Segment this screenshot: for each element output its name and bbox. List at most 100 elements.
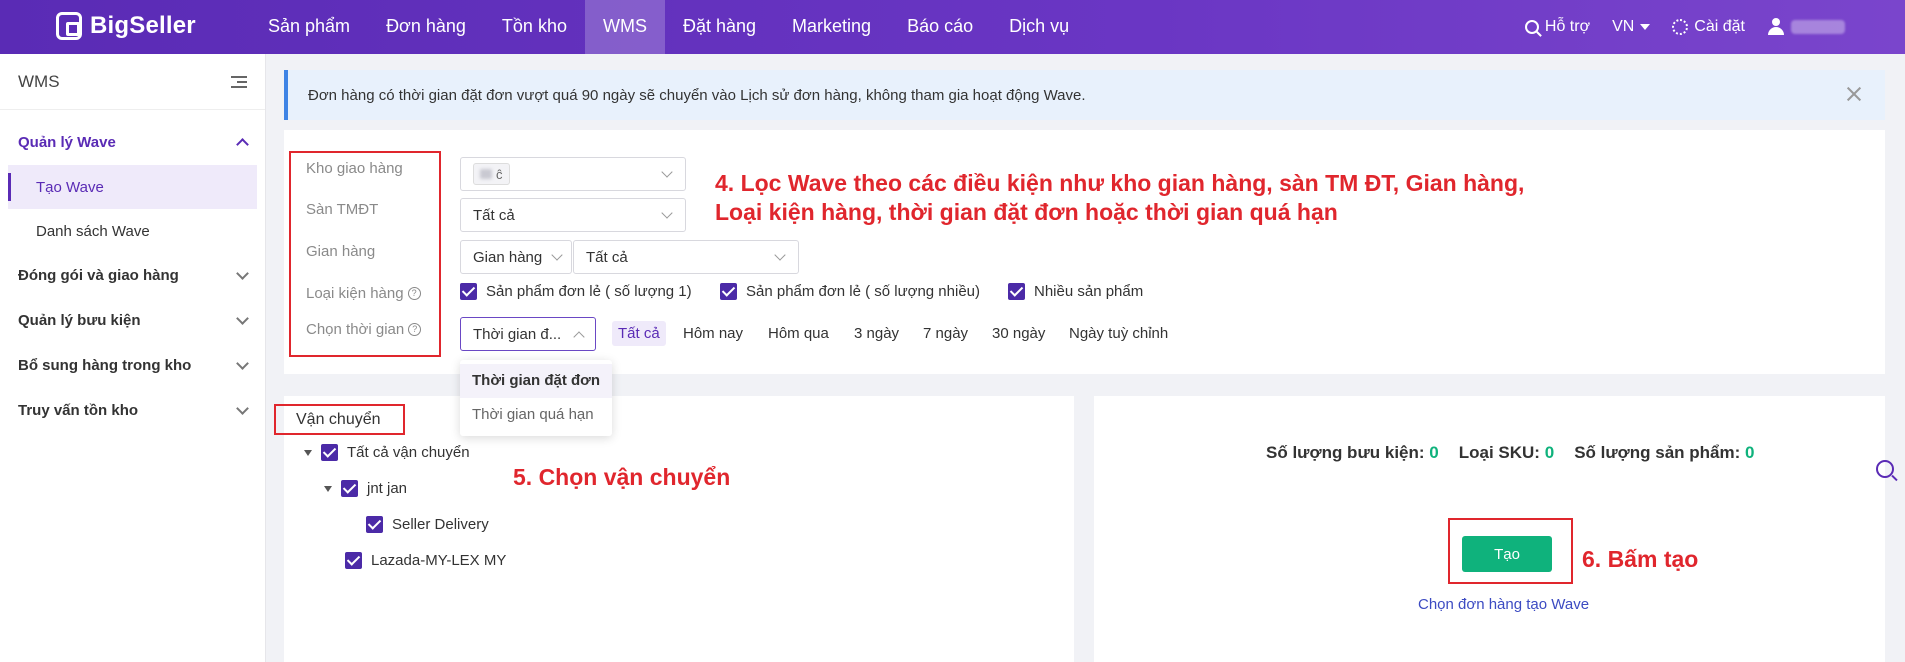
time-option-today[interactable]: Hôm nay	[683, 325, 743, 342]
chevron-down-icon	[551, 249, 563, 261]
search-icon	[1524, 20, 1539, 34]
nav-item-marketing[interactable]: Marketing	[774, 0, 889, 54]
time-option-custom[interactable]: Ngày tuỳ chỉnh	[1069, 325, 1168, 342]
chevron-down-icon	[661, 166, 673, 178]
warehouse-select[interactable]: ĉ	[460, 157, 686, 191]
checkbox-checked[interactable]	[341, 480, 358, 497]
sidebar-group-parcels[interactable]: Quản lý bưu kiện	[0, 298, 265, 343]
help-icon[interactable]: ?	[407, 287, 421, 300]
user-menu[interactable]	[1767, 18, 1845, 36]
time-label: Chọn thời gian?	[306, 321, 422, 338]
user-icon	[1767, 18, 1785, 36]
package-type-multi[interactable]: Nhiều sản phẩm	[1008, 283, 1143, 300]
store-value: Tất cả	[586, 248, 628, 266]
sidebar-group-wave[interactable]: Quản lý Wave	[0, 120, 265, 165]
time-type-dropdown: Thời gian đặt đơn Thời gian quá hạn	[460, 360, 612, 436]
gear-icon	[1672, 19, 1689, 35]
tree-row-carrier[interactable]: jnt jan	[324, 480, 407, 497]
language-label: VN	[1612, 18, 1635, 35]
brand-name: BigSeller	[90, 12, 196, 39]
sidebar-group-replenish[interactable]: Bổ sung hàng trong kho	[0, 343, 265, 388]
settings-link[interactable]: Cài đặt	[1672, 18, 1745, 36]
dropdown-option-order-time[interactable]: Thời gian đặt đơn	[460, 364, 612, 398]
choose-orders-link[interactable]: Chọn đơn hàng tạo Wave	[1418, 596, 1589, 613]
stat-sku: Loại SKU: 0	[1458, 443, 1555, 462]
nav-item-wms[interactable]: WMS	[584, 0, 665, 54]
tree-row-shipping-method[interactable]: Seller Delivery	[366, 516, 489, 533]
time-type-value: Thời gian đ...	[473, 325, 562, 343]
store-select[interactable]: Tất cả	[573, 240, 799, 274]
checkbox-checked[interactable]	[1008, 283, 1025, 300]
time-option-30days[interactable]: 30 ngày	[992, 325, 1045, 342]
sidebar-group-label: Quản lý bưu kiện	[18, 312, 141, 329]
bigseller-logo-icon	[56, 12, 82, 40]
store-label: Gian hàng	[306, 243, 376, 260]
nav-item-services[interactable]: Dịch vụ	[991, 0, 1087, 54]
annotation-step4-line1: 4. Lọc Wave theo các điều kiện như kho g…	[715, 170, 1525, 196]
stat-parcels: Số lượng bưu kiện: 0	[1266, 443, 1439, 462]
sidebar-header: WMS	[0, 54, 265, 110]
sidebar-group-packing[interactable]: Đóng gói và giao hàng	[0, 253, 265, 298]
expand-triangle-icon[interactable]	[324, 485, 332, 492]
shipping-title: Vận chuyển	[274, 404, 405, 435]
nav-item-purchase[interactable]: Đặt hàng	[665, 0, 774, 54]
support-label: Hỗ trợ	[1544, 18, 1591, 35]
checkbox-checked[interactable]	[460, 283, 477, 300]
checkbox-checked[interactable]	[366, 516, 383, 533]
checkbox-checked[interactable]	[720, 283, 737, 300]
main-nav: Sản phẩm Đơn hàng Tồn kho WMS Đặt hàng M…	[250, 0, 1087, 54]
settings-label: Cài đặt	[1694, 18, 1745, 35]
annotation-step5: 5. Chọn vận chuyển	[513, 464, 731, 490]
chevron-down-icon	[1640, 24, 1651, 30]
chevron-down-icon	[236, 266, 249, 280]
sidebar-item-create-wave[interactable]: Tạo Wave	[8, 165, 257, 209]
tree-row-carrier[interactable]: Lazada-MY-LEX MY	[345, 552, 506, 569]
sidebar-item-wave-list[interactable]: Danh sách Wave	[8, 209, 257, 253]
nav-item-orders[interactable]: Đơn hàng	[368, 0, 484, 54]
chevron-down-icon	[774, 249, 786, 261]
sidebar-group-label: Truy vấn tồn kho	[18, 402, 139, 419]
wave-stats: Số lượng bưu kiện: 0 Loại SKU: 0 Số lượn…	[1266, 443, 1754, 463]
info-alert: Đơn hàng có thời gian đặt đơn vượt quá 9…	[284, 70, 1885, 120]
chevron-down-icon	[236, 401, 249, 415]
tree-row-all-shipping[interactable]: Tất cả vận chuyển	[304, 444, 470, 461]
chevron-down-icon	[661, 207, 673, 219]
time-type-select[interactable]: Thời gian đ...	[460, 317, 596, 351]
time-option-yesterday[interactable]: Hôm qua	[768, 325, 829, 342]
sidebar-group-stock-query[interactable]: Truy vấn tồn kho	[0, 388, 265, 433]
nav-item-reports[interactable]: Báo cáo	[889, 0, 991, 54]
package-type-single-one[interactable]: Sản phẩm đơn lẻ ( số lượng 1)	[460, 283, 692, 300]
language-selector[interactable]: VN	[1612, 18, 1651, 36]
support-link[interactable]: Hỗ trợ	[1524, 18, 1591, 36]
brand-logo[interactable]: BigSeller	[56, 12, 196, 40]
expand-triangle-icon[interactable]	[304, 449, 312, 456]
chevron-up-icon	[236, 138, 249, 151]
time-option-3days[interactable]: 3 ngày	[854, 325, 899, 342]
store-type-value: Gian hàng	[473, 248, 543, 266]
chevron-down-icon	[236, 356, 249, 370]
time-option-7days[interactable]: 7 ngày	[923, 325, 968, 342]
package-type-single-many[interactable]: Sản phẩm đơn lẻ ( số lượng nhiều)	[720, 283, 980, 300]
top-navbar: BigSeller Sản phẩm Đơn hàng Tồn kho WMS …	[0, 0, 1905, 54]
marketplace-label: Sàn TMĐT	[306, 201, 379, 218]
close-icon[interactable]	[1845, 85, 1863, 103]
sidebar-group-label: Bổ sung hàng trong kho	[18, 357, 192, 374]
time-option-all[interactable]: Tất cả	[612, 321, 666, 346]
store-type-select[interactable]: Gian hàng	[460, 240, 572, 274]
nav-item-inventory[interactable]: Tồn kho	[484, 0, 585, 54]
marketplace-select[interactable]: Tất cả	[460, 198, 686, 232]
search-icon[interactable]	[1876, 460, 1894, 478]
warehouse-chip: ĉ	[473, 163, 510, 185]
sidebar-title: WMS	[18, 71, 60, 91]
chevron-up-icon	[573, 331, 585, 343]
help-icon[interactable]: ?	[408, 323, 422, 336]
collapse-sidebar-icon[interactable]	[231, 75, 247, 88]
checkbox-checked[interactable]	[345, 552, 362, 569]
sidebar-group-label: Đóng gói và giao hàng	[18, 267, 179, 284]
create-wave-button[interactable]: Tạo	[1462, 536, 1552, 572]
blurred-text	[480, 169, 492, 179]
dropdown-option-overdue-time[interactable]: Thời gian quá hạn	[460, 398, 612, 432]
checkbox-checked[interactable]	[321, 444, 338, 461]
nav-item-products[interactable]: Sản phẩm	[250, 0, 368, 54]
package-type-label: Loại kiện hàng?	[306, 285, 421, 302]
